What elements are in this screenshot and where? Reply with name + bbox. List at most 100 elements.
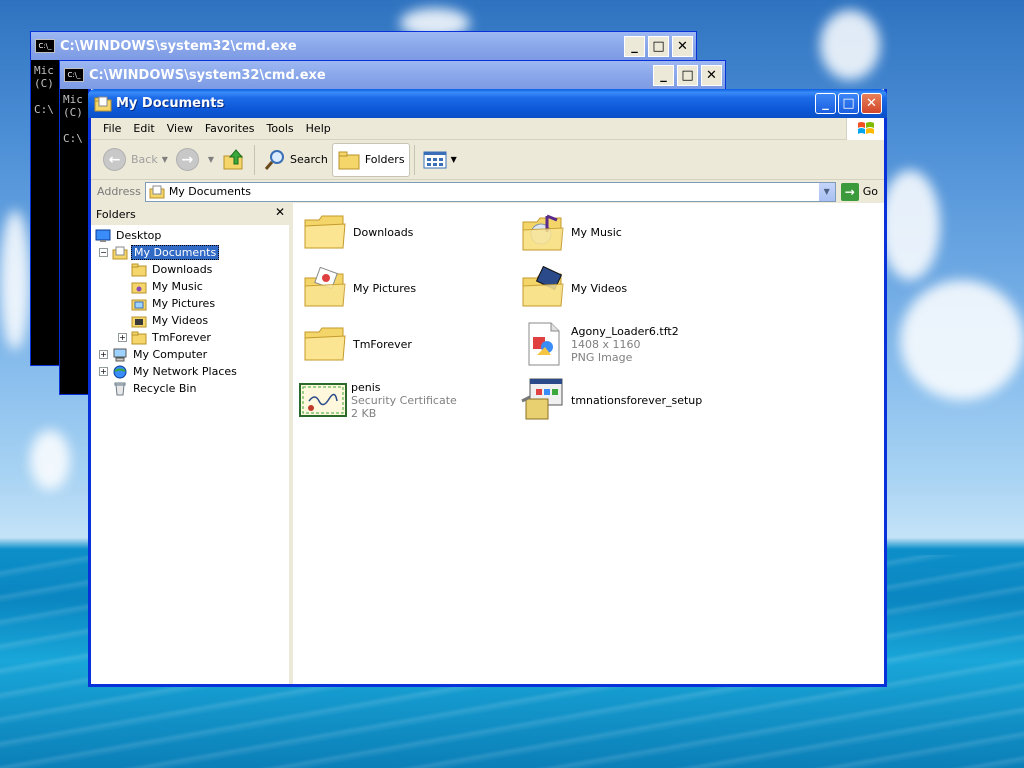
recycle-bin-icon [114, 382, 126, 395]
file-size: 2 KB [351, 406, 377, 420]
tree-item-my-music[interactable]: My Music [95, 278, 289, 295]
tree-item-my-videos[interactable]: My Videos [95, 312, 289, 329]
toolbar-separator [254, 144, 256, 175]
maximize-button[interactable]: □ [648, 35, 669, 57]
close-button[interactable]: ✕ [701, 64, 722, 86]
close-icon[interactable]: ✕ [275, 205, 285, 219]
cmd-title-bar[interactable]: C:\_ C:\WINDOWS\system32\cmd.exe _ □ ✕ [60, 61, 725, 89]
collapse-icon[interactable]: − [99, 248, 108, 257]
folders-label: Folders [364, 153, 405, 166]
file-item-tmforever[interactable]: TmForever [301, 319, 516, 369]
file-name: penis [351, 380, 381, 394]
cmd-title: C:\WINDOWS\system32\cmd.exe [89, 67, 326, 83]
expand-icon[interactable]: + [99, 367, 108, 376]
address-input[interactable]: My Documents ▼ [144, 181, 836, 202]
explorer-window[interactable]: My Documents _ □ ✕ File Edit View Favori… [88, 89, 887, 687]
folder-icon [301, 320, 349, 368]
address-bar: Address My Documents ▼ → Go [91, 180, 884, 204]
file-item-my-pictures[interactable]: My Pictures [301, 263, 516, 313]
search-button[interactable]: Search [259, 143, 332, 177]
cmd-title-bar[interactable]: C:\_ C:\WINDOWS\system32\cmd.exe _ □ ✕ [31, 32, 696, 60]
go-label: Go [862, 185, 878, 198]
menu-tools[interactable]: Tools [261, 122, 300, 135]
views-icon [423, 151, 447, 168]
my-documents-icon [112, 246, 128, 259]
up-button[interactable] [218, 143, 250, 177]
chevron-down-icon[interactable]: ▼ [451, 155, 457, 164]
minimize-button[interactable]: _ [815, 93, 836, 114]
tree-item-label: My Documents [131, 245, 220, 260]
tree-item-label: My Computer [133, 348, 208, 361]
folders-button[interactable]: Folders [331, 142, 410, 177]
file-item-my-music[interactable]: My Music [519, 207, 734, 257]
menu-help[interactable]: Help [300, 122, 337, 135]
back-button[interactable]: ← Back ▼ [99, 143, 172, 177]
videos-folder-icon [519, 264, 567, 312]
file-item-my-videos[interactable]: My Videos [519, 263, 734, 313]
console-line: Mic [34, 64, 54, 77]
menu-favorites[interactable]: Favorites [199, 122, 261, 135]
tree-item-my-network-places[interactable]: + My Network Places [95, 363, 289, 380]
tree-item-downloads[interactable]: Downloads [95, 261, 289, 278]
folder-up-icon [223, 148, 244, 169]
maximize-button[interactable]: □ [838, 93, 859, 114]
file-name: My Pictures [353, 281, 417, 295]
chevron-down-icon[interactable]: ▼ [162, 155, 168, 164]
tree-item-my-documents[interactable]: − My Documents [95, 244, 289, 261]
desktop-icon [95, 229, 111, 242]
music-folder-icon [131, 282, 147, 293]
cmd-title: C:\WINDOWS\system32\cmd.exe [60, 38, 297, 54]
tree-item-my-computer[interactable]: + My Computer [95, 346, 289, 363]
menu-file[interactable]: File [97, 122, 127, 135]
close-button[interactable]: ✕ [861, 93, 882, 114]
tree-item-my-pictures[interactable]: My Pictures [95, 295, 289, 312]
console-line: (C) [34, 77, 54, 90]
folders-pane: Folders ✕ Desktop − My Documents Downloa… [91, 203, 293, 684]
console-line: (C) [63, 106, 83, 119]
back-arrow-icon: ← [103, 148, 126, 171]
my-computer-icon [113, 348, 127, 361]
file-name: Agony_Loader6.tft2 [571, 324, 679, 338]
expand-icon[interactable]: + [118, 333, 127, 342]
file-item-penis-certificate[interactable]: penis Security Certificate 2 KB [299, 375, 514, 425]
go-arrow-icon: → [840, 182, 859, 201]
menu-view[interactable]: View [161, 122, 199, 135]
videos-folder-icon [131, 316, 147, 327]
chevron-down-icon[interactable]: ▼ [208, 155, 214, 164]
file-name: Downloads [353, 225, 414, 239]
file-type: Security Certificate [351, 393, 457, 407]
network-places-icon [113, 365, 127, 378]
explorer-title-bar[interactable]: My Documents _ □ ✕ [88, 89, 887, 118]
folders-pane-header: Folders ✕ [91, 203, 289, 225]
console-line: C:\ [34, 103, 54, 116]
file-item-downloads[interactable]: Downloads [301, 207, 516, 257]
minimize-button[interactable]: _ [624, 35, 645, 57]
music-folder-icon [519, 208, 567, 256]
chevron-down-icon[interactable]: ▼ [817, 182, 835, 201]
forward-arrow-icon: → [175, 148, 199, 171]
close-button[interactable]: ✕ [672, 35, 693, 57]
file-item-tmnationsforever-setup[interactable]: tmnationsforever_setup [519, 375, 734, 425]
expand-icon[interactable]: + [99, 350, 108, 359]
forward-button[interactable]: → ▼ [172, 143, 218, 177]
address-value: My Documents [168, 185, 252, 198]
file-item-agony-loader[interactable]: Agony_Loader6.tft2 1408 x 1160 PNG Image [519, 319, 734, 369]
tree-item-recycle-bin[interactable]: Recycle Bin [95, 380, 289, 397]
minimize-button[interactable]: _ [653, 64, 674, 86]
views-button[interactable]: ▼ [419, 143, 461, 177]
file-name: My Videos [571, 281, 628, 295]
folders-pane-title: Folders [96, 207, 136, 221]
go-button[interactable]: → Go [836, 182, 884, 201]
pictures-folder-icon [301, 264, 349, 312]
cloud [0, 210, 30, 350]
cloud [880, 170, 940, 280]
tree-item-label: Recycle Bin [133, 382, 197, 395]
tree-item-tmforever[interactable]: + TmForever [95, 329, 289, 346]
menu-edit[interactable]: Edit [127, 122, 160, 135]
file-name: TmForever [353, 337, 412, 351]
tree-item-desktop[interactable]: Desktop [95, 227, 289, 244]
file-dimensions: 1408 x 1160 [571, 337, 641, 351]
security-certificate-icon [299, 376, 347, 424]
folder-icon [301, 208, 349, 256]
maximize-button[interactable]: □ [677, 64, 698, 86]
